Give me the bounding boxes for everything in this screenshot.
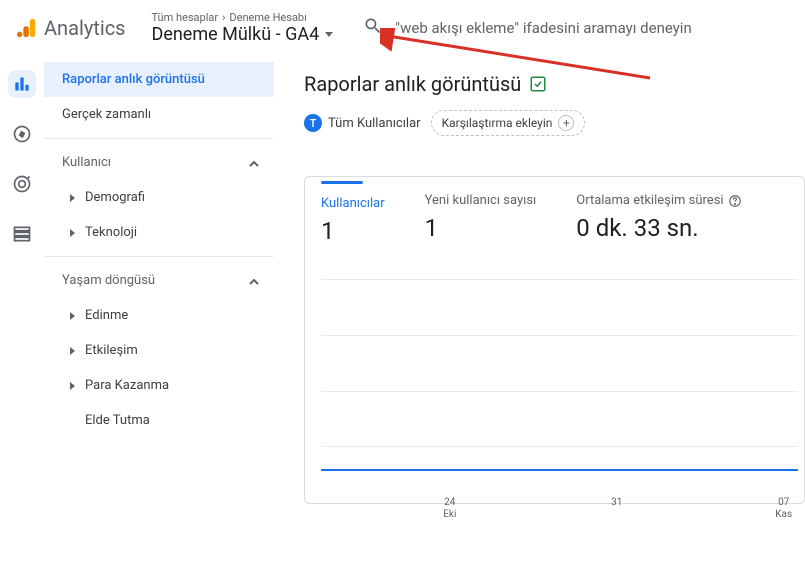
gridline	[321, 391, 798, 392]
x-tick: 24Eki	[443, 497, 456, 521]
triangle-icon	[70, 194, 75, 202]
divider	[44, 256, 274, 257]
sidebar-section-lifecycle[interactable]: Yaşam döngüsü	[44, 263, 274, 298]
plus-icon: +	[558, 115, 574, 131]
metric-label: Kullanıcılar	[321, 196, 385, 211]
breadcrumb-sep: ›	[222, 11, 225, 24]
sidebar-section-user-label: Kullanıcı	[62, 155, 111, 170]
caret-down-icon	[325, 32, 333, 37]
analytics-logo-icon	[16, 16, 38, 40]
metric-label: Ortalama etkileşim süresi	[576, 193, 741, 208]
rail-advertising-icon[interactable]	[8, 170, 36, 198]
property-name: Deneme Mülkü - GA4	[152, 24, 320, 45]
chip-t-badge: T	[304, 114, 322, 132]
sidebar-item-reports-snapshot[interactable]: Raporlar anlık görüntüsü	[44, 62, 274, 97]
help-icon[interactable]	[728, 194, 742, 208]
sidebar-item-etkilesim[interactable]: Etkileşim	[44, 333, 274, 368]
chip-add-comparison[interactable]: Karşılaştırma ekleyin +	[431, 110, 586, 136]
sidebar: Raporlar anlık görüntüsü Gerçek zamanlı …	[44, 56, 274, 584]
rail-configure-icon[interactable]	[8, 220, 36, 248]
search-icon	[363, 16, 383, 40]
rail-explore-icon[interactable]	[8, 120, 36, 148]
triangle-icon	[70, 229, 75, 237]
chevron-up-icon	[248, 158, 258, 168]
metric-value: 1	[425, 214, 537, 242]
verified-icon	[529, 75, 547, 93]
sidebar-section-lifecycle-label: Yaşam döngüsü	[62, 273, 155, 288]
metrics-card: Kullanıcılar 1 Yeni kullanıcı sayısı 1 Ortal…	[304, 176, 805, 504]
sidebar-item-edinme[interactable]: Edinme	[44, 298, 274, 333]
main-content: Raporlar anlık görüntüsü T Tüm Kullanıcı…	[274, 56, 805, 584]
triangle-icon	[70, 382, 75, 390]
chip-compare-label: Karşılaştırma ekleyin	[442, 116, 553, 130]
chart-line	[321, 469, 798, 471]
metric-label: Yeni kullanıcı sayısı	[425, 193, 537, 208]
metric-0[interactable]: Kullanıcılar 1	[321, 189, 385, 245]
metric-1[interactable]: Yeni kullanıcı sayısı 1	[425, 189, 537, 245]
sidebar-item-para-kazanma[interactable]: Para Kazanma	[44, 368, 274, 403]
rail-reports-icon[interactable]	[8, 70, 36, 98]
x-tick: 07Kas	[775, 497, 792, 521]
sidebar-item-teknoloji[interactable]: Teknoloji	[44, 215, 274, 250]
gridline	[321, 446, 798, 447]
metric-2[interactable]: Ortalama etkileşim süresi 0 dk. 33 sn.	[576, 189, 741, 245]
metric-value: 1	[321, 217, 385, 245]
breadcrumb: Tüm hesaplar › Deneme Hesabı	[152, 11, 334, 24]
sidebar-item-realtime[interactable]: Gerçek zamanlı	[44, 97, 274, 132]
breadcrumb-all: Tüm hesaplar	[152, 11, 219, 24]
gridline	[321, 335, 798, 336]
sidebar-item-elde-tutma[interactable]: Elde Tutma	[44, 403, 274, 438]
chevron-up-icon	[248, 276, 258, 286]
breadcrumb-account: Deneme Hesabı	[229, 11, 306, 24]
search-placeholder: "web akışı ekleme" ifadesini aramayı den…	[395, 19, 692, 37]
metric-value: 0 dk. 33 sn.	[576, 214, 741, 242]
sidebar-item-demografi[interactable]: Demografi	[44, 180, 274, 215]
search-input[interactable]: "web akışı ekleme" ifadesini aramayı den…	[363, 16, 793, 40]
analytics-logo: Analytics	[12, 16, 126, 40]
nav-rail	[0, 56, 44, 584]
divider	[44, 138, 274, 139]
chart-area: 24Eki3107Kas	[321, 255, 798, 497]
chip-all-users[interactable]: T Tüm Kullanıcılar	[304, 114, 421, 132]
gridline	[321, 279, 798, 280]
x-tick: 31	[611, 497, 622, 509]
triangle-icon	[70, 347, 75, 355]
chip-all-users-label: Tüm Kullanıcılar	[328, 116, 421, 131]
brand-text: Analytics	[44, 16, 126, 40]
page-title: Raporlar anlık görüntüsü	[304, 72, 521, 96]
property-selector[interactable]: Tüm hesaplar › Deneme Hesabı Deneme Mülk…	[152, 11, 334, 45]
triangle-icon	[70, 312, 75, 320]
sidebar-section-user[interactable]: Kullanıcı	[44, 145, 274, 180]
